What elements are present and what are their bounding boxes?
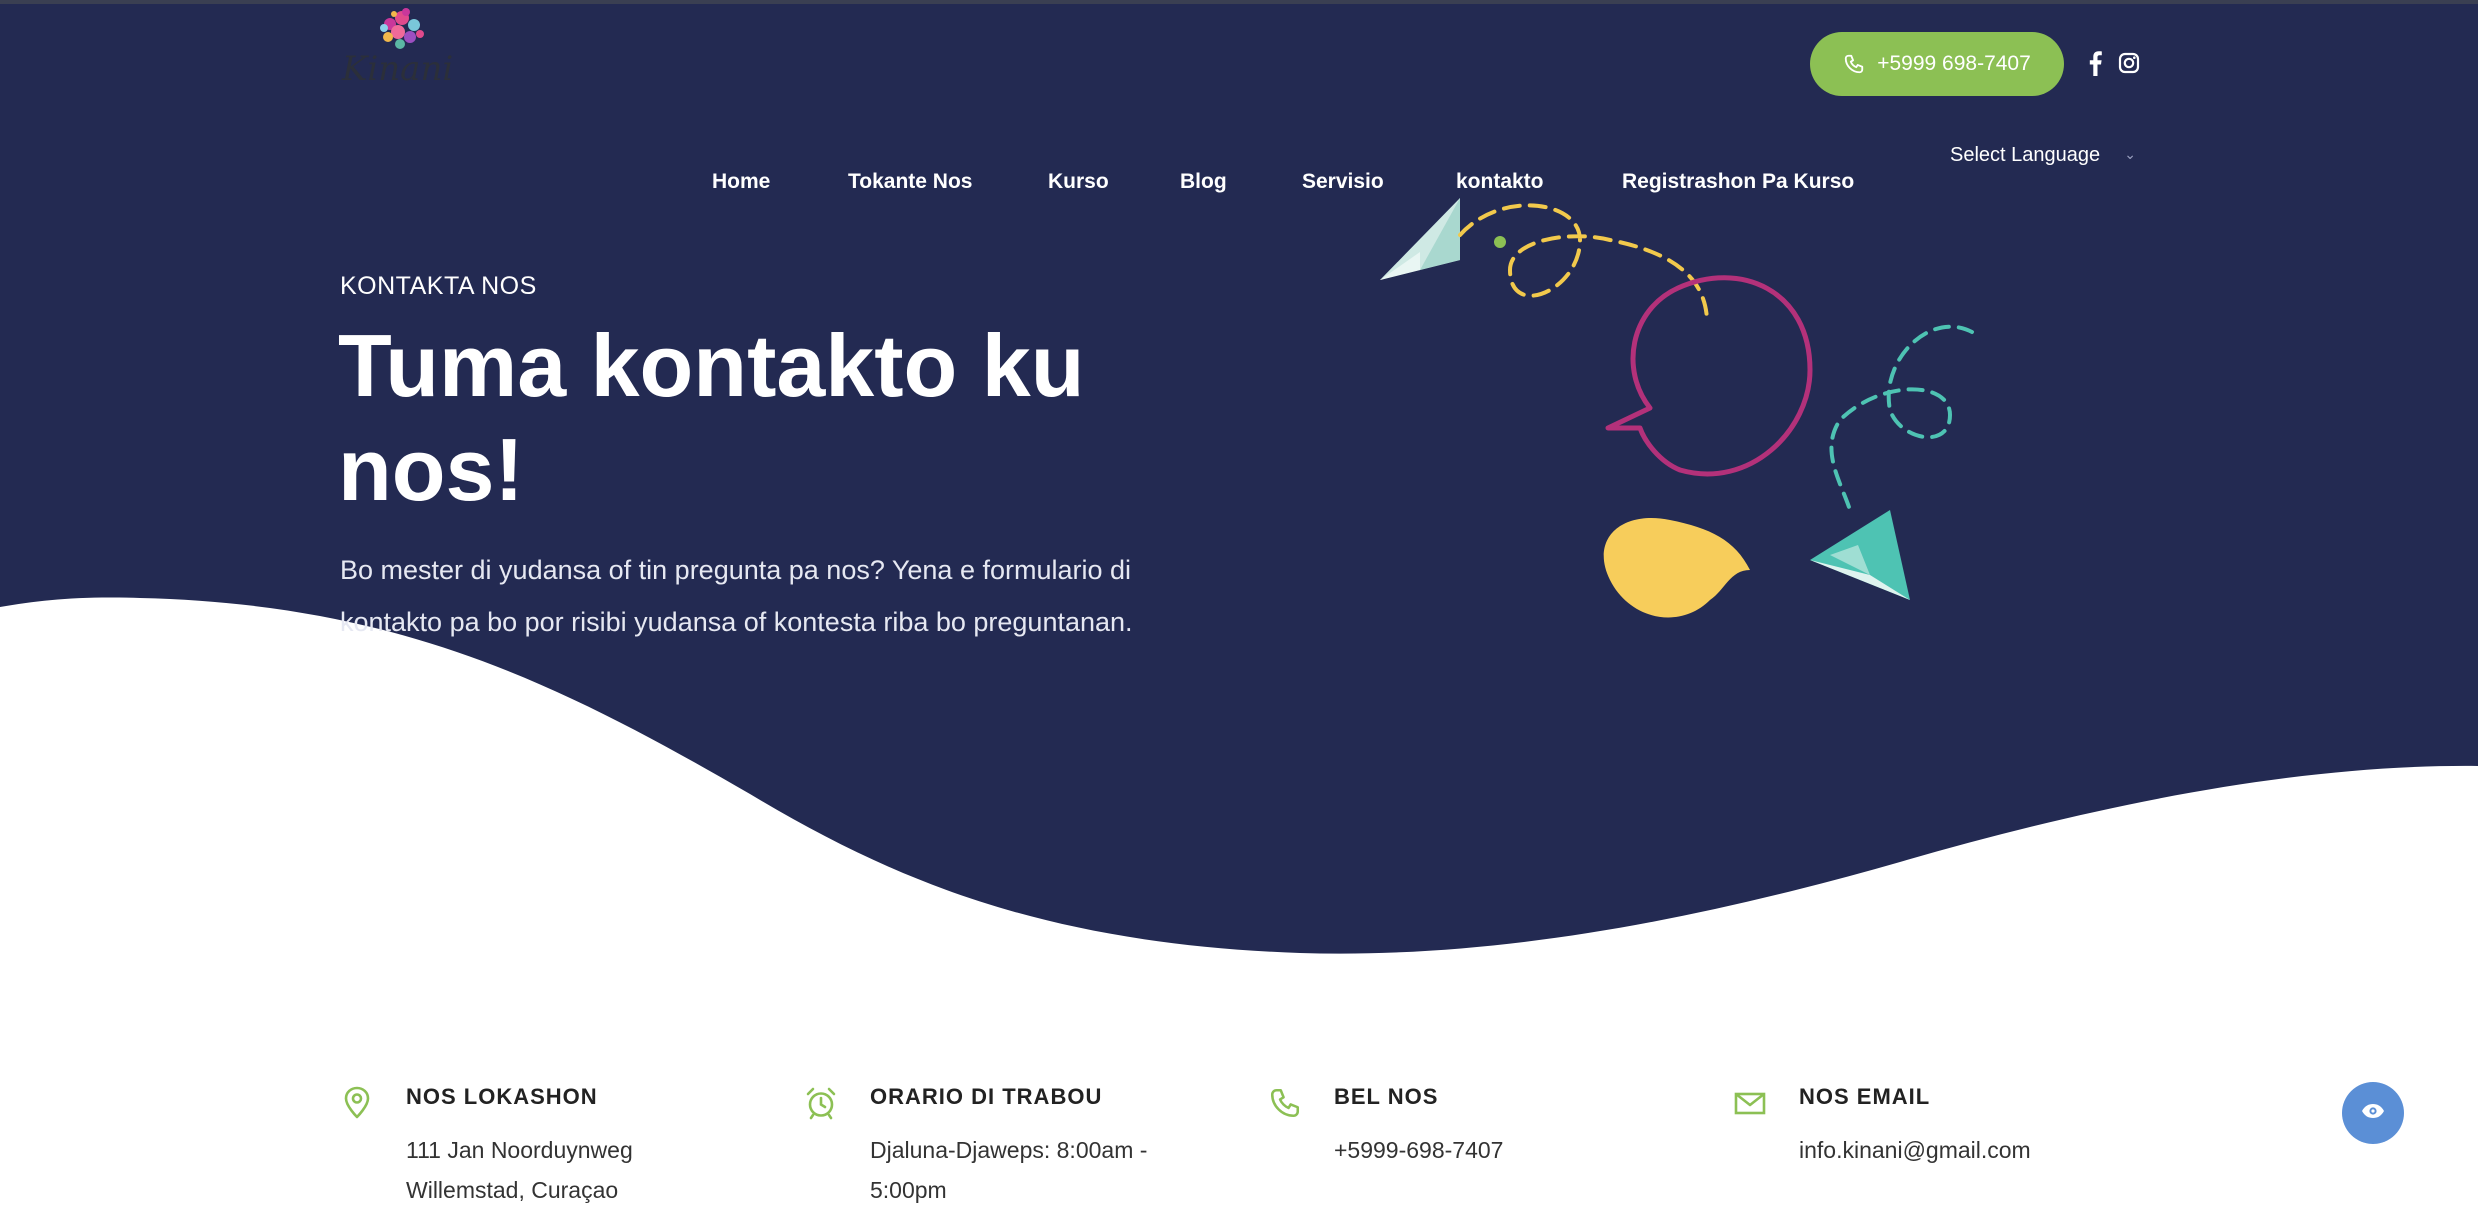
hero-intro-text: Bo mester di yudansa of tin pregunta pa … (340, 555, 1133, 637)
hero-illustration (1380, 198, 1974, 618)
phone-icon (1268, 1086, 1302, 1120)
info-location-heading: NOS LOKASHON (406, 1084, 598, 1109)
paper-plane-icon (1810, 510, 1910, 600)
instagram-icon[interactable] (2116, 48, 2142, 78)
nav-item-kurso[interactable]: Kurso (1048, 170, 1109, 194)
accessibility-button[interactable] (2342, 1082, 2404, 1144)
nav-item-tokante-nos[interactable]: Tokante Nos (848, 170, 972, 194)
site-logo[interactable]: Kinani (336, 4, 466, 90)
info-location-line1: 111 Jan Noorduynweg (406, 1137, 633, 1163)
header-phone-button[interactable]: +5999 698-7407 (1810, 32, 2064, 96)
info-hours-line1: Djaluna-Djaweps: 8:00am - (870, 1137, 1148, 1163)
info-email-heading: NOS EMAIL (1799, 1084, 1931, 1109)
header-phone-label: +5999 698-7407 (1877, 52, 2031, 75)
logo-text: Kinani (341, 49, 453, 89)
facebook-icon[interactable] (2082, 48, 2108, 78)
page-title: Tuma kontakto ku nos! (338, 316, 1085, 519)
info-email-line1[interactable]: info.kinani@gmail.com (1799, 1130, 2099, 1170)
hero-eyebrow: KONTAKTA NOS (340, 272, 537, 300)
info-hours-line2: 5:00pm (870, 1177, 947, 1203)
alarm-clock-icon (804, 1086, 838, 1120)
info-phone: BEL NOS +5999-698-7407 (1268, 1080, 1688, 1210)
info-phone-line1[interactable]: +5999-698-7407 (1334, 1130, 1634, 1170)
language-select-label: Select Language (1950, 144, 2101, 166)
email-icon (1733, 1086, 1767, 1120)
info-hours-heading: ORARIO DI TRABOU (870, 1084, 1103, 1109)
eye-icon (2361, 1103, 2385, 1124)
phone-icon (1843, 53, 1865, 75)
info-email: NOS EMAIL info.kinani@gmail.com (1733, 1080, 2153, 1210)
chevron-down-icon: ⌄ (2124, 146, 2136, 162)
nav-item-blog[interactable]: Blog (1180, 170, 1227, 194)
info-location-line2: Willemstad, Curaçao (406, 1177, 619, 1203)
language-select[interactable]: Select Language ⌄ (1950, 144, 2140, 172)
info-location: NOS LOKASHON 111 Jan Noorduynweg Willems… (340, 1080, 760, 1210)
paper-plane-icon (1380, 198, 1460, 280)
info-hours: ORARIO DI TRABOU Djaluna-Djaweps: 8:00am… (804, 1080, 1224, 1210)
info-phone-heading: BEL NOS (1334, 1084, 1439, 1109)
location-pin-icon (340, 1086, 374, 1120)
nav-item-home[interactable]: Home (712, 170, 770, 194)
